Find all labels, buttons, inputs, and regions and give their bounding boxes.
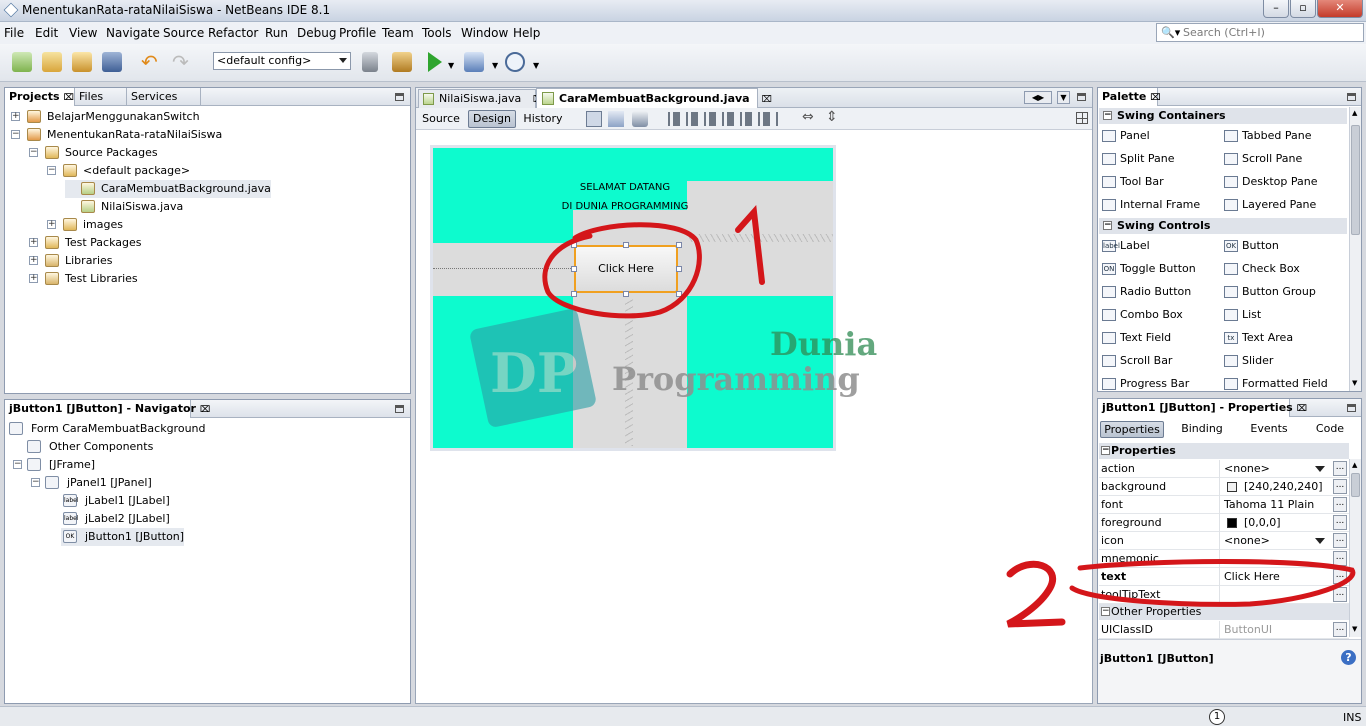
red-digit-1-mark	[735, 204, 765, 285]
watermark-programming: Programming	[612, 360, 860, 398]
dp-watermark-logo: DP	[470, 309, 596, 427]
red-circle-button-mark	[542, 222, 702, 319]
red-digit-2-mark	[1006, 560, 1066, 628]
annotation-overlay: DP Dunia Programming	[470, 204, 1356, 628]
dp-logo-text: DP	[490, 341, 577, 405]
red-circle-text-property-mark	[1069, 559, 1356, 607]
watermark-dunia: Dunia	[770, 325, 877, 363]
